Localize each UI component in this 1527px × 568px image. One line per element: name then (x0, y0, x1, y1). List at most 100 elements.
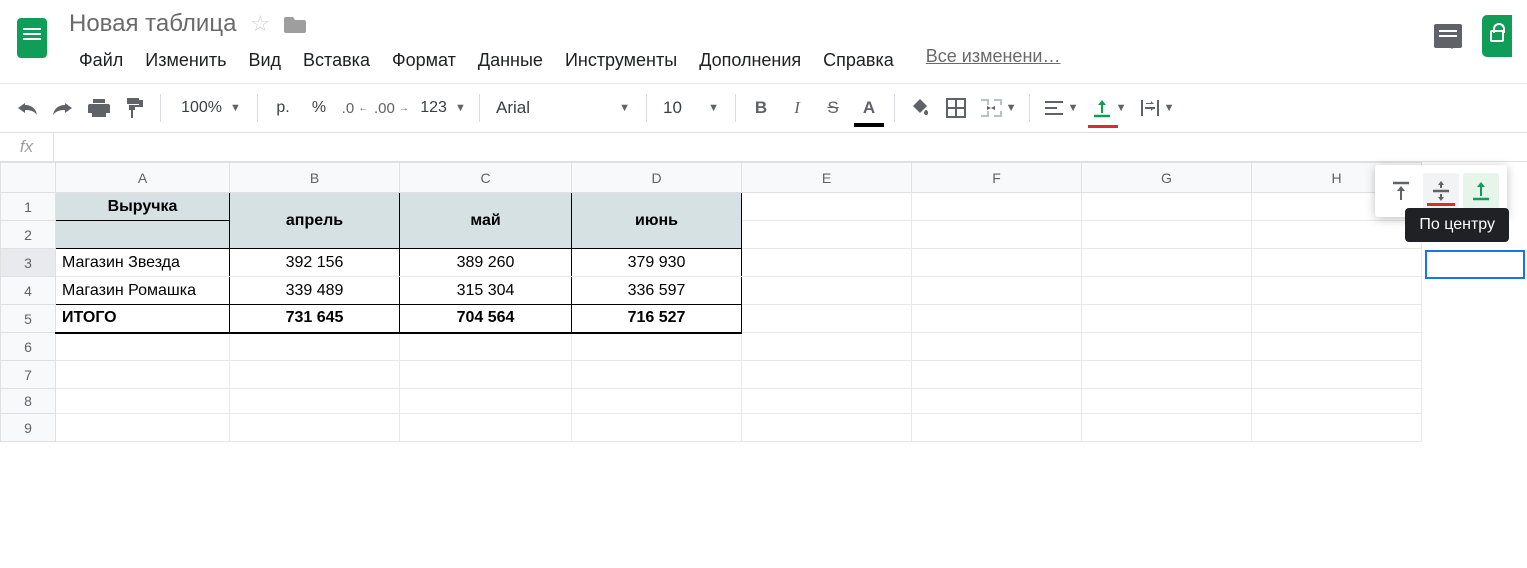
currency-button[interactable]: р. (266, 91, 300, 125)
changes-link[interactable]: Все изменени… (926, 46, 1061, 75)
row-header-1[interactable]: 1 (1, 193, 56, 221)
cell-F2[interactable] (912, 221, 1082, 249)
cell-A5[interactable]: ИТОГО (56, 305, 230, 333)
cell-C8[interactable] (400, 389, 572, 414)
cell-F9[interactable] (912, 414, 1082, 442)
star-icon[interactable]: ☆ (250, 11, 270, 37)
cell-H4[interactable] (1252, 277, 1422, 305)
cell-D4[interactable]: 336 597 (572, 277, 742, 305)
cell-A7[interactable] (56, 361, 230, 389)
row-header-7[interactable]: 7 (1, 361, 56, 389)
col-header-C[interactable]: C (400, 163, 572, 193)
col-header-A[interactable]: A (56, 163, 230, 193)
cell-B7[interactable] (230, 361, 400, 389)
row-header-5[interactable]: 5 (1, 305, 56, 333)
cell-C5[interactable]: 704 564 (400, 305, 572, 333)
col-header-G[interactable]: G (1082, 163, 1252, 193)
document-title[interactable]: Новая таблица (69, 10, 236, 38)
cell-G9[interactable] (1082, 414, 1252, 442)
cell-C7[interactable] (400, 361, 572, 389)
bold-button[interactable]: B (744, 91, 778, 125)
cell-B3[interactable]: 392 156 (230, 249, 400, 277)
text-color-button[interactable]: A (852, 91, 886, 125)
cell-D3[interactable]: 379 930 (572, 249, 742, 277)
col-header-D[interactable]: D (572, 163, 742, 193)
cell-F4[interactable] (912, 277, 1082, 305)
col-header-B[interactable]: B (230, 163, 400, 193)
cell-D9[interactable] (572, 414, 742, 442)
cell-H8[interactable] (1252, 389, 1422, 414)
corner-cell[interactable] (1, 163, 56, 193)
cell-G7[interactable] (1082, 361, 1252, 389)
row-header-4[interactable]: 4 (1, 277, 56, 305)
cell-C6[interactable] (400, 333, 572, 361)
print-button[interactable] (82, 91, 116, 125)
app-logo[interactable] (10, 10, 54, 66)
cell-G2[interactable] (1082, 221, 1252, 249)
paint-format-button[interactable] (118, 91, 152, 125)
percent-button[interactable]: % (302, 91, 336, 125)
cell-H5[interactable] (1252, 305, 1422, 333)
cell-B4[interactable]: 339 489 (230, 277, 400, 305)
cell-F7[interactable] (912, 361, 1082, 389)
cell-A2[interactable] (56, 221, 230, 249)
cell-F5[interactable] (912, 305, 1082, 333)
menu-edit[interactable]: Изменить (135, 46, 236, 75)
menu-help[interactable]: Справка (813, 46, 904, 75)
comments-icon[interactable] (1434, 24, 1462, 48)
cell-E3[interactable] (742, 249, 912, 277)
cell-F6[interactable] (912, 333, 1082, 361)
menu-addons[interactable]: Дополнения (689, 46, 811, 75)
cell-D5[interactable]: 716 527 (572, 305, 742, 333)
row-header-9[interactable]: 9 (1, 414, 56, 442)
cell-E4[interactable] (742, 277, 912, 305)
cell-C3[interactable]: 389 260 (400, 249, 572, 277)
cell-C4[interactable]: 315 304 (400, 277, 572, 305)
valign-bottom-option[interactable] (1463, 173, 1499, 209)
fill-color-button[interactable] (903, 91, 937, 125)
cell-A3[interactable]: Магазин Звезда (56, 249, 230, 277)
vertical-align-button[interactable]: ▼ (1086, 91, 1132, 125)
cell-H3[interactable] (1252, 249, 1422, 277)
cell-C9[interactable] (400, 414, 572, 442)
cell-A9[interactable] (56, 414, 230, 442)
cell-G3[interactable] (1082, 249, 1252, 277)
cell-B1[interactable]: апрель (230, 193, 400, 249)
cell-D1[interactable]: июнь (572, 193, 742, 249)
share-button[interactable] (1482, 15, 1512, 57)
cell-A6[interactable] (56, 333, 230, 361)
col-header-F[interactable]: F (912, 163, 1082, 193)
text-wrap-button[interactable]: ▼ (1134, 91, 1180, 125)
folder-icon[interactable] (284, 15, 306, 33)
cell-B5[interactable]: 731 645 (230, 305, 400, 333)
cell-B9[interactable] (230, 414, 400, 442)
menu-data[interactable]: Данные (468, 46, 553, 75)
row-header-8[interactable]: 8 (1, 389, 56, 414)
cell-B6[interactable] (230, 333, 400, 361)
row-header-2[interactable]: 2 (1, 221, 56, 249)
menu-insert[interactable]: Вставка (293, 46, 380, 75)
cell-H9[interactable] (1252, 414, 1422, 442)
borders-button[interactable] (939, 91, 973, 125)
number-format-button[interactable]: 123▼ (411, 91, 471, 125)
cell-D6[interactable] (572, 333, 742, 361)
menu-format[interactable]: Формат (382, 46, 466, 75)
cell-E8[interactable] (742, 389, 912, 414)
cell-A1[interactable]: Выручка (56, 193, 230, 221)
cell-E7[interactable] (742, 361, 912, 389)
strikethrough-button[interactable]: S (816, 91, 850, 125)
spreadsheet-grid[interactable]: A B C D E F G H 1 Выручка апрель май июн… (0, 162, 1527, 442)
decrease-decimal-button[interactable]: .0 ← (338, 91, 372, 125)
menu-file[interactable]: Файл (69, 46, 133, 75)
cell-E1[interactable] (742, 193, 912, 221)
cell-H6[interactable] (1252, 333, 1422, 361)
fontsize-select[interactable]: 10▼ (655, 98, 727, 118)
cell-F8[interactable] (912, 389, 1082, 414)
cell-A4[interactable]: Магазин Ромашка (56, 277, 230, 305)
cell-E2[interactable] (742, 221, 912, 249)
increase-decimal-button[interactable]: .00 → (374, 91, 409, 125)
cell-G6[interactable] (1082, 333, 1252, 361)
menu-view[interactable]: Вид (238, 46, 291, 75)
row-header-6[interactable]: 6 (1, 333, 56, 361)
cell-H2[interactable] (1252, 221, 1422, 249)
